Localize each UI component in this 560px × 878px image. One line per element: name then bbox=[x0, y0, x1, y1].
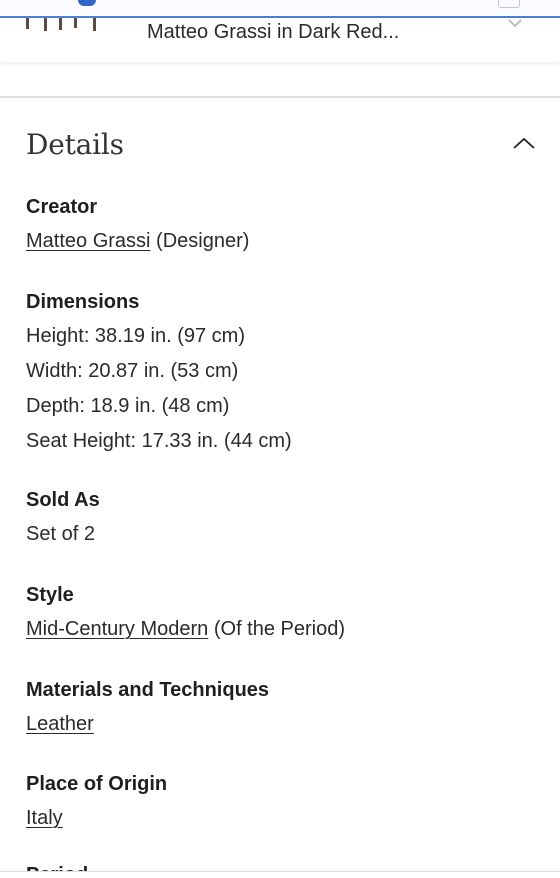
dimensions-label: Dimensions bbox=[26, 291, 140, 313]
product-title[interactable]: Matteo Grassi in Dark Red... bbox=[147, 20, 399, 44]
origin-link[interactable]: Italy bbox=[26, 807, 63, 829]
chevron-down-icon[interactable] bbox=[507, 18, 523, 28]
materials-detail: Materials and Techniques Leather bbox=[26, 677, 536, 737]
browser-control-fragment bbox=[498, 0, 520, 8]
sold-as-value: Set of 2 bbox=[26, 523, 95, 545]
chair-leg bbox=[74, 18, 77, 28]
sold-as-label: Sold As bbox=[26, 489, 100, 511]
width-dimension: Width: 20.87 in. (53 cm) bbox=[26, 360, 239, 382]
browser-tab-mark bbox=[78, 0, 96, 6]
details-accordion-header[interactable]: Details bbox=[0, 112, 560, 174]
chevron-up-icon[interactable] bbox=[511, 134, 537, 154]
height-dimension: Height: 38.19 in. (97 cm) bbox=[26, 325, 245, 347]
place-of-origin-detail: Place of Origin Italy bbox=[26, 771, 536, 831]
creator-value: Matteo Grassi (Designer) bbox=[26, 228, 536, 254]
creator-role: (Designer) bbox=[150, 230, 250, 252]
style-value: Mid-Century Modern (Of the Period) bbox=[26, 616, 536, 642]
page: Matteo Grassi in Dark Red... Details Cre… bbox=[0, 0, 560, 878]
chair-legs-thumbnail bbox=[26, 18, 98, 34]
sold-as-detail: Sold As Set of 2 bbox=[26, 487, 536, 547]
browser-top-edge bbox=[0, 0, 560, 18]
creator-detail: Creator Matteo Grassi (Designer) bbox=[26, 194, 536, 254]
materials-label: Materials and Techniques bbox=[26, 679, 270, 701]
chair-leg bbox=[93, 18, 96, 31]
chair-leg bbox=[59, 18, 62, 30]
style-label: Style bbox=[26, 584, 74, 606]
browser-bottom-edge bbox=[0, 871, 560, 878]
materials-value: Leather bbox=[26, 711, 536, 737]
place-of-origin-label: Place of Origin bbox=[26, 773, 168, 795]
style-detail: Style Mid-Century Modern (Of the Period) bbox=[26, 582, 536, 642]
section-divider bbox=[0, 96, 560, 98]
depth-dimension: Depth: 18.9 in. (48 cm) bbox=[26, 395, 230, 417]
creator-label: Creator bbox=[26, 196, 98, 218]
place-of-origin-value: Italy bbox=[26, 805, 536, 831]
creator-link[interactable]: Matteo Grassi bbox=[26, 230, 150, 252]
chair-leg bbox=[26, 18, 29, 29]
seat-height-dimension: Seat Height: 17.33 in. (44 cm) bbox=[26, 430, 292, 452]
product-summary-bar[interactable]: Matteo Grassi in Dark Red... bbox=[0, 18, 560, 62]
style-link[interactable]: Mid-Century Modern bbox=[26, 618, 208, 640]
style-period-note: (Of the Period) bbox=[208, 618, 346, 640]
dimensions-detail: Dimensions Height: 38.19 in. (97 cm) Wid… bbox=[26, 289, 536, 454]
details-title: Details bbox=[26, 128, 124, 161]
materials-link[interactable]: Leather bbox=[26, 713, 94, 735]
chair-leg bbox=[44, 18, 47, 31]
